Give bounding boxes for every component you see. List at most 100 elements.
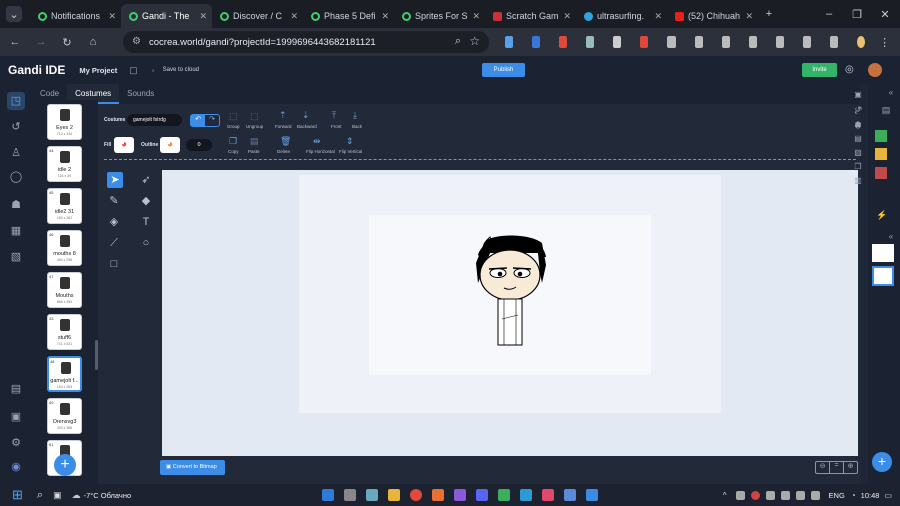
menu-icon[interactable]: ⋮: [879, 35, 890, 49]
add-costume-button[interactable]: +: [54, 454, 76, 476]
taskbar-app-icon[interactable]: [564, 489, 577, 501]
save-to-cloud[interactable]: Save to cloud: [163, 67, 199, 73]
search-icon[interactable]: ⌕: [37, 489, 43, 502]
close-tab-icon[interactable]: ✕: [199, 11, 207, 22]
browser-tab[interactable]: Gandi - The ✕: [121, 4, 212, 28]
discord-icon[interactable]: ◉: [9, 460, 23, 474]
robot-icon[interactable]: ☗: [9, 198, 23, 212]
clock[interactable]: 10:48: [861, 491, 880, 500]
brush-tool-icon[interactable]: ✎: [107, 194, 121, 208]
browser-tab[interactable]: (52) Chihuah ✕: [667, 4, 758, 28]
taskbar-app-icon[interactable]: [586, 489, 599, 501]
grid-icon[interactable]: ▦: [9, 224, 23, 238]
history-icon[interactable]: ↺: [9, 120, 23, 134]
red-square-icon[interactable]: [875, 167, 887, 179]
back-icon[interactable]: ←: [8, 35, 22, 49]
copy-icon[interactable]: ❐: [229, 136, 237, 147]
taskbar-app-icon[interactable]: [454, 489, 467, 501]
close-tab-icon[interactable]: ✕: [745, 11, 753, 22]
tray-icon[interactable]: [750, 490, 760, 500]
costume-item[interactable]: 43 stuff6 741 x 531: [47, 314, 82, 350]
tab-sounds[interactable]: Sounds: [119, 84, 162, 104]
language-indicator[interactable]: ENG: [829, 491, 845, 500]
taskbar-app-icon[interactable]: [542, 489, 555, 501]
restore-icon[interactable]: ❐: [850, 7, 864, 21]
file-icon[interactable]: ▤: [851, 134, 865, 148]
robot-icon[interactable]: ☗: [851, 120, 865, 134]
page-icon[interactable]: ▥: [851, 176, 865, 190]
taskbar-app-icon[interactable]: [432, 489, 445, 501]
puzzle-icon[interactable]: ▧: [9, 250, 23, 264]
home-icon[interactable]: ⌂: [86, 35, 100, 49]
avatar[interactable]: [857, 36, 866, 48]
bookmark-star-icon[interactable]: ☆: [469, 34, 480, 48]
fill-color-picker[interactable]: ◕: [114, 137, 134, 153]
user-avatar[interactable]: [868, 63, 882, 77]
wifi-icon[interactable]: ◔: [851, 491, 856, 500]
browser-tab[interactable]: Discover / C ✕: [212, 4, 303, 28]
extension-icon[interactable]: [613, 36, 622, 48]
site-info-icon[interactable]: ⚙: [132, 36, 141, 47]
extension-icon[interactable]: [505, 36, 514, 48]
eraser-tool-icon[interactable]: ◆: [139, 194, 153, 208]
taskbar-app-icon[interactable]: [322, 489, 335, 501]
extension-icon[interactable]: [586, 36, 595, 48]
close-tab-icon[interactable]: ✕: [290, 11, 298, 22]
delete-icon[interactable]: 🗑: [280, 136, 291, 147]
taskbar-app-icon[interactable]: [388, 489, 401, 501]
extension-icon[interactable]: [721, 36, 730, 48]
history-icon[interactable]: ↺: [851, 105, 865, 119]
extension-icon[interactable]: [532, 36, 541, 48]
costume-item[interactable]: Eyes 2 713 x 444: [47, 104, 82, 140]
rectangle-tool-icon[interactable]: □: [107, 257, 121, 271]
taskbar-app-icon[interactable]: [344, 489, 357, 501]
undo-icon[interactable]: ↶: [191, 115, 205, 126]
costume-item[interactable]: 48 gamejolt f... 154 x 263: [47, 356, 82, 392]
puzzle-icon[interactable]: [667, 36, 676, 48]
minimize-icon[interactable]: –: [822, 7, 836, 21]
panel-icon[interactable]: ▣: [851, 90, 865, 104]
start-icon[interactable]: ⊞: [12, 487, 23, 503]
sprite-thumb[interactable]: [872, 244, 894, 262]
flip-horizontal-icon[interactable]: ⇹: [313, 136, 321, 147]
reload-icon[interactable]: ↻: [60, 35, 74, 49]
address-bar[interactable]: ⚙ cocrea.world/gandi?projectId=199969644…: [123, 31, 489, 53]
task-view-icon[interactable]: ▣: [53, 490, 62, 501]
costume-item[interactable]: 47 Mouths 886 x 350: [47, 272, 82, 308]
notification-icon[interactable]: ▣: [9, 410, 23, 424]
add-sprite-button[interactable]: +: [872, 452, 892, 472]
browser-tab[interactable]: Phase 5 Defi ✕: [303, 4, 394, 28]
close-tab-icon[interactable]: ✕: [108, 11, 116, 22]
new-tab-icon[interactable]: +: [762, 7, 776, 21]
tray-chevron-icon[interactable]: ^: [723, 491, 727, 500]
outline-width-input[interactable]: 0: [186, 139, 212, 151]
invite-button[interactable]: Invite: [802, 63, 837, 77]
zoom-out-icon[interactable]: ⊖: [816, 462, 829, 473]
extension-icon[interactable]: [748, 36, 757, 48]
group-icon[interactable]: ⬚: [229, 111, 238, 122]
tray-icon[interactable]: [780, 490, 790, 500]
costume-item[interactable]: 49 Orensvg3 343 x 388: [47, 398, 82, 434]
browser-tab[interactable]: Scratch Gam ✕: [485, 4, 576, 28]
convert-to-bitmap-button[interactable]: ▣ Convert to Bitmap: [160, 460, 225, 475]
taskbar-app-icon[interactable]: [476, 489, 489, 501]
panel-icon[interactable]: ▤: [879, 105, 893, 119]
extension-icon[interactable]: [775, 36, 784, 48]
costume-item[interactable]: 45 idle2 31 180 x 262: [47, 188, 82, 224]
document-icon[interactable]: ▤: [9, 382, 23, 396]
copy-icon[interactable]: ❐: [851, 162, 865, 176]
code-icon[interactable]: ⚡: [875, 210, 889, 224]
costume-name-input[interactable]: gamejolt fstrdg: [127, 114, 182, 126]
publish-button[interactable]: Publish: [482, 63, 525, 77]
notification-bell-icon[interactable]: ▭: [884, 491, 892, 500]
image-icon[interactable]: ▨: [851, 148, 865, 162]
bulb-icon[interactable]: ◯: [9, 170, 23, 184]
code-icon[interactable]: ◳: [7, 92, 25, 110]
fill-tool-icon[interactable]: ◈: [107, 215, 121, 229]
tab-search-icon[interactable]: ⌄: [6, 6, 22, 22]
collapse-icon[interactable]: «: [884, 88, 898, 102]
select-tool-icon[interactable]: ➤: [107, 172, 123, 188]
forward-icon[interactable]: →: [34, 35, 48, 49]
reshape-tool-icon[interactable]: ➶: [139, 173, 153, 187]
taskbar-app-icon[interactable]: [410, 489, 423, 501]
